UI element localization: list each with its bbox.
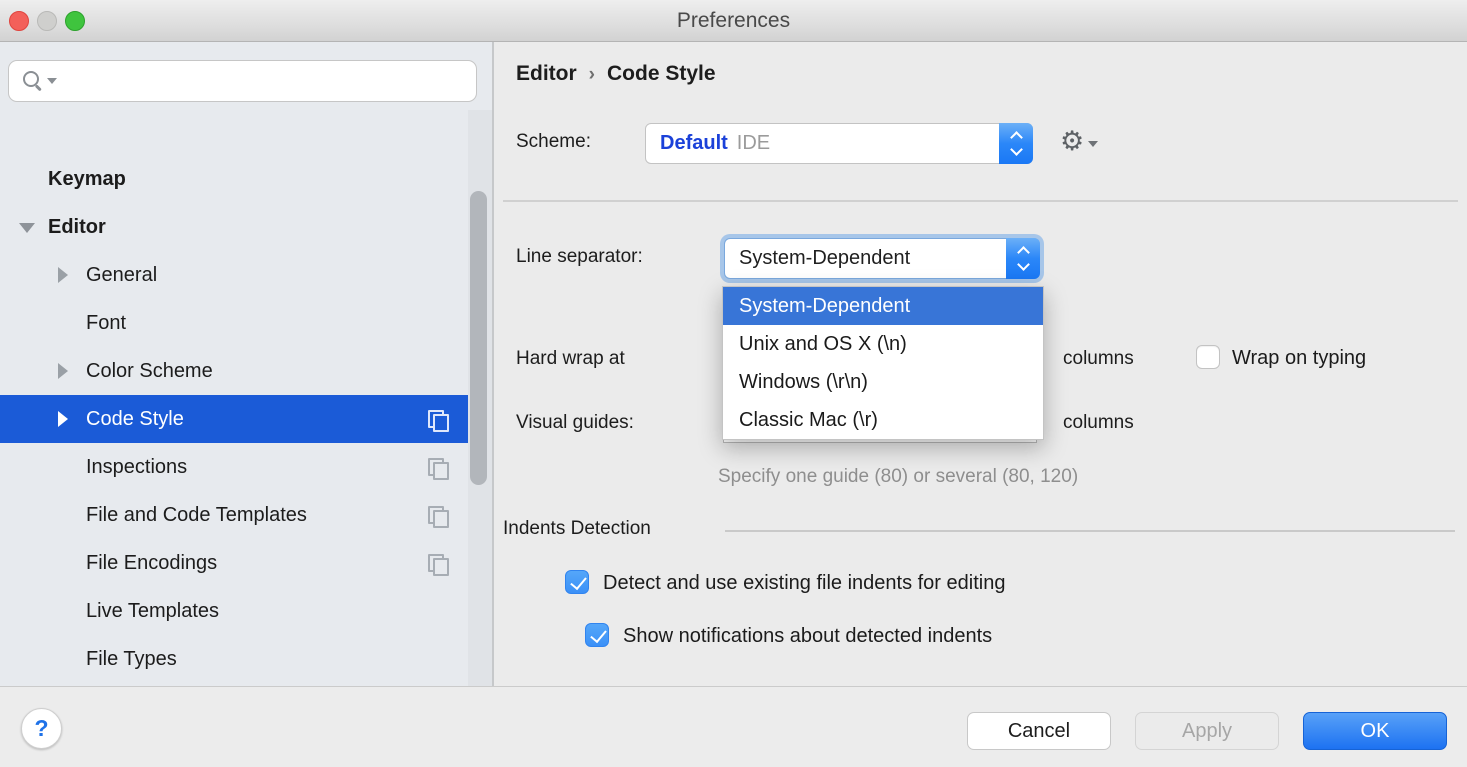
sidebar-item-color-scheme[interactable]: Color Scheme xyxy=(0,347,492,395)
expand-icon[interactable] xyxy=(58,363,68,379)
apply-button[interactable]: Apply xyxy=(1135,712,1279,750)
scheme-value-primary: Default xyxy=(660,132,728,154)
expand-icon[interactable] xyxy=(58,411,68,427)
menu-option-windows[interactable]: Windows (\r\n) xyxy=(723,363,1043,401)
sidebar-item-file-encodings[interactable]: File Encodings xyxy=(0,539,492,587)
sidebar-item-keymap[interactable]: Keymap xyxy=(0,155,492,203)
visual-guides-label: Visual guides: xyxy=(516,412,634,434)
indents-detection-title: Indents Detection xyxy=(503,518,651,540)
expand-icon[interactable] xyxy=(58,267,68,283)
preferences-window: Preferences Keymap Editor General Font xyxy=(0,0,1467,767)
sidebar-item-live-templates[interactable]: Live Templates xyxy=(0,587,492,635)
cancel-button[interactable]: Cancel xyxy=(967,712,1111,750)
breadcrumb: Editor›Code Style xyxy=(516,62,716,86)
detect-indents-checkbox[interactable] xyxy=(565,570,589,594)
copy-settings-icon xyxy=(428,506,448,525)
sidebar-scrollbar-thumb[interactable] xyxy=(470,191,487,485)
sidebar-item-font[interactable]: Font xyxy=(0,299,492,347)
titlebar: Preferences xyxy=(0,0,1467,42)
copy-settings-icon xyxy=(428,458,448,477)
indents-detection-rule xyxy=(725,530,1455,532)
menu-option-system-dependent[interactable]: System-Dependent xyxy=(723,287,1043,325)
breadcrumb-separator-icon: › xyxy=(577,64,607,85)
question-icon: ? xyxy=(34,715,48,741)
wrap-on-typing-label: Wrap on typing xyxy=(1232,347,1366,370)
hard-wrap-columns-label: columns xyxy=(1063,348,1134,370)
caret-down-icon xyxy=(1088,141,1098,147)
collapse-icon[interactable] xyxy=(19,223,35,233)
copy-settings-icon xyxy=(428,410,448,429)
settings-sidebar: Keymap Editor General Font Color Scheme … xyxy=(0,42,492,686)
scheme-label: Scheme: xyxy=(516,131,591,153)
window-title: Preferences xyxy=(0,0,1467,42)
dropdown-stepper-icon[interactable] xyxy=(999,123,1033,164)
help-button[interactable]: ? xyxy=(21,708,62,749)
line-separator-select[interactable]: System-Dependent xyxy=(724,238,1040,279)
line-separator-value: System-Dependent xyxy=(725,247,910,270)
sidebar-item-code-style[interactable]: Code Style xyxy=(0,395,492,443)
dropdown-stepper-icon[interactable] xyxy=(1006,238,1040,279)
code-style-panel: Editor›Code Style Scheme: Default IDE ⚙ L… xyxy=(494,42,1467,686)
dialog-footer: ? Cancel Apply OK xyxy=(0,686,1467,767)
show-notifications-label: Show notifications about detected indent… xyxy=(623,625,992,648)
menu-option-unix[interactable]: Unix and OS X (\n) xyxy=(723,325,1043,363)
search-input[interactable] xyxy=(65,70,476,92)
scheme-actions-button[interactable]: ⚙ xyxy=(1060,128,1098,155)
wrap-on-typing-checkbox[interactable] xyxy=(1196,345,1220,369)
sidebar-item-file-and-code-templates[interactable]: File and Code Templates xyxy=(0,491,492,539)
section-divider xyxy=(503,200,1458,202)
search-field[interactable] xyxy=(8,60,477,102)
line-separator-menu: System-Dependent Unix and OS X (\n) Wind… xyxy=(722,286,1044,440)
gear-icon: ⚙ xyxy=(1060,128,1084,155)
sidebar-item-general[interactable]: General xyxy=(0,251,492,299)
visual-guides-hint: Specify one guide (80) or several (80, 1… xyxy=(718,466,1078,488)
scheme-value-secondary: IDE xyxy=(737,132,770,154)
scheme-select[interactable]: Default IDE xyxy=(645,123,1033,164)
sidebar-item-file-types[interactable]: File Types xyxy=(0,635,492,683)
detect-indents-label: Detect and use existing file indents for… xyxy=(603,572,1005,595)
search-filter-caret-icon[interactable] xyxy=(47,78,57,84)
menu-option-classic-mac[interactable]: Classic Mac (\r) xyxy=(723,401,1043,439)
copy-settings-icon xyxy=(428,554,448,573)
hard-wrap-label: Hard wrap at xyxy=(516,348,625,370)
visual-guides-columns-label: columns xyxy=(1063,412,1134,434)
breadcrumb-editor[interactable]: Editor xyxy=(516,62,577,85)
search-icon xyxy=(22,70,44,92)
sidebar-item-editor[interactable]: Editor xyxy=(0,203,492,251)
breadcrumb-current: Code Style xyxy=(607,62,716,85)
ok-button[interactable]: OK xyxy=(1303,712,1447,750)
line-separator-label: Line separator: xyxy=(516,246,643,268)
sidebar-item-inspections[interactable]: Inspections xyxy=(0,443,492,491)
show-notifications-checkbox[interactable] xyxy=(585,623,609,647)
